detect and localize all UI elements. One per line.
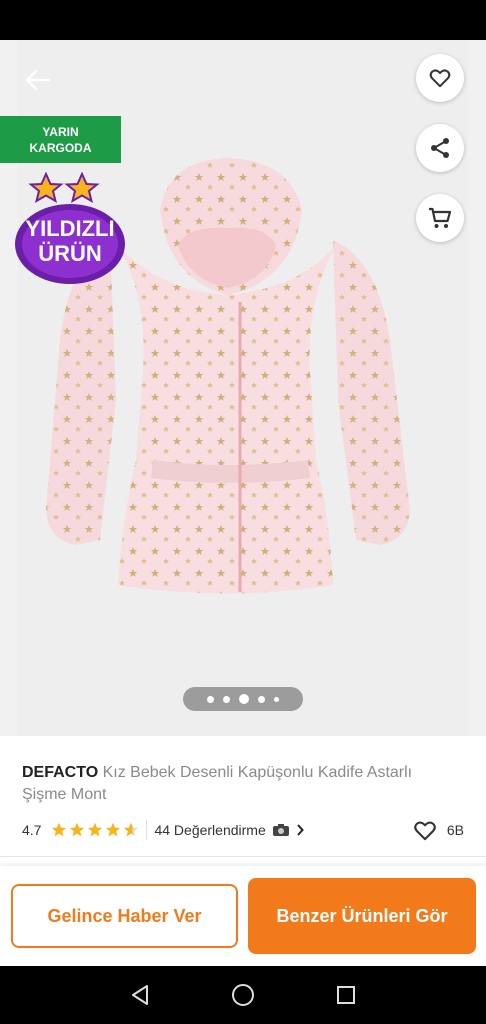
carousel-indicator[interactable] [183,687,303,711]
rating-score: 4.7 [22,822,42,838]
star-icon [70,822,85,837]
favorite-button[interactable] [416,54,464,102]
notify-when-available-button[interactable]: Gelince Haber Ver [11,884,238,948]
circle-home-icon [232,984,254,1006]
star-icon [88,822,103,837]
star-icon [106,822,121,837]
favorites-count: 6B [446,822,464,838]
square-recents-icon [337,986,355,1004]
nav-back-button[interactable] [127,982,153,1008]
nav-home-button[interactable] [230,982,256,1008]
reviews-link[interactable]: 44 Değerlendirme [154,822,304,838]
triangle-back-icon [132,985,148,1005]
product-brand[interactable]: DEFACTO [22,764,98,781]
carousel-dot-5[interactable] [274,696,279,702]
reviews-count[interactable]: 44 Değerlendirme [154,822,265,838]
nav-recents-button[interactable] [333,982,359,1008]
star-product-badge: YILDIZLI ÜRÜN [12,170,128,288]
system-navigation-bar [0,966,486,1024]
next-day-cargo-badge: YARIN KARGODA [0,116,121,163]
product-title: DEFACTO Kız Bebek Desenli Kapüşonlu Kadi… [22,762,452,806]
star-badge-line1: YILDIZLI [25,216,115,241]
carousel-dot-1[interactable] [207,695,214,703]
rating-divider [146,820,148,840]
star-badge-line2: ÜRÜN [38,241,102,266]
back-button[interactable] [18,62,58,98]
product-image-gallery[interactable]: YARIN KARGODA YILDIZLI ÜRÜN [0,40,486,736]
rating-row: 4.7 44 Değerlendirme 6B [22,820,464,840]
cargo-badge-line1: YARIN [42,124,79,139]
half-star-icon [124,822,139,837]
section-divider [0,856,486,857]
carousel-dot-2[interactable] [223,695,230,703]
add-to-cart-button[interactable] [416,194,464,242]
rating-stars [51,822,139,838]
star-icon [52,822,67,837]
chevron-right-icon [297,824,304,836]
status-bar [0,0,486,40]
heart-outline-icon [429,69,451,88]
camera-icon [272,824,289,836]
cart-icon [429,207,452,228]
cargo-badge-line2: KARGODA [29,140,92,155]
favorites-area[interactable]: 6B [413,820,464,841]
product-info: DEFACTO Kız Bebek Desenli Kapüşonlu Kadi… [0,736,486,856]
action-bar: Gelince Haber Ver Benzer Ürünleri Gör [0,866,486,966]
carousel-dot-3[interactable] [239,694,249,704]
carousel-dot-4[interactable] [258,695,265,703]
see-similar-products-button[interactable]: Benzer Ürünleri Gör [248,878,476,954]
share-button[interactable] [416,124,464,172]
share-icon [431,138,449,158]
heart-outline-icon[interactable] [413,820,437,841]
arrow-left-icon [25,69,51,91]
